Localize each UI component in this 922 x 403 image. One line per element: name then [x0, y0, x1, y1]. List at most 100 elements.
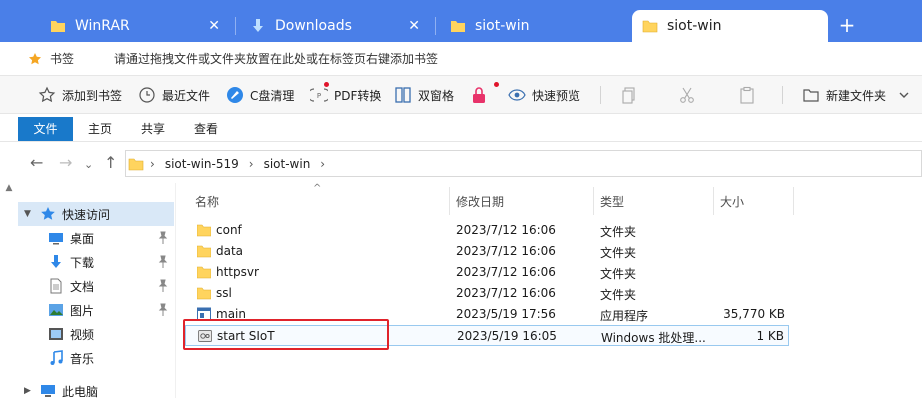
up-arrow-icon[interactable]: ↑ — [104, 155, 117, 171]
chevron-down-icon[interactable]: ⌄ — [84, 157, 93, 173]
address-bar[interactable]: › siot-win-519 › siot-win › — [125, 150, 922, 177]
lock-icon — [473, 87, 485, 103]
cut-button[interactable] — [678, 84, 702, 106]
tab-file[interactable]: 文件 — [18, 117, 73, 141]
breadcrumb-separator: › — [248, 156, 254, 171]
chevron-right-icon[interactable]: ▶ — [24, 386, 34, 396]
close-icon[interactable]: ✕ — [208, 18, 220, 34]
folder-icon — [128, 158, 144, 170]
chevron-down-icon — [899, 92, 909, 98]
svg-text:P: P — [317, 92, 321, 100]
tab-home[interactable]: 主页 — [76, 117, 124, 141]
c-drive-clean-button[interactable]: C盘清理 — [226, 84, 294, 106]
tab-siot-win[interactable]: siot-win — [440, 10, 630, 42]
dual-pane-button[interactable]: 双窗格 — [394, 84, 454, 106]
folder-icon — [197, 266, 211, 279]
browser-tab-strip: WinRAR ✕ Downloads ✕ siot-win siot-win + — [0, 0, 922, 42]
privacy-lock-button[interactable] — [470, 84, 494, 106]
breadcrumb-separator: › — [150, 156, 155, 171]
column-header-modified[interactable]: 修改日期 — [456, 193, 504, 210]
folder-icon — [197, 224, 211, 237]
column-header-size[interactable]: 大小 — [720, 193, 744, 210]
breadcrumb-siot-win-519[interactable]: siot-win-519 — [165, 157, 239, 171]
video-icon — [49, 328, 63, 340]
paste-button[interactable] — [738, 84, 762, 106]
column-divider[interactable] — [713, 187, 714, 215]
bookmark-star-icon — [29, 52, 41, 64]
broom-icon — [227, 87, 243, 103]
bookmarks-title: 书签 — [50, 52, 75, 66]
copy-icon — [622, 87, 635, 104]
folder-icon — [642, 20, 658, 33]
back-arrow-icon[interactable]: ← — [30, 155, 43, 171]
chevron-down-icon[interactable]: ▼ — [24, 209, 34, 219]
clock-icon — [139, 87, 155, 103]
more-chevron-button[interactable] — [898, 84, 916, 106]
toolbar: 添加到书签 最近文件 C盘清理 P PDF转换 双窗格 快速预览 新建文件夹 — [0, 76, 922, 114]
application-icon — [197, 307, 211, 321]
sort-ascending-icon: ^ — [313, 183, 322, 194]
toolbar-divider — [782, 86, 783, 104]
file-row[interactable]: httpsvr 2023/7/12 16:06 文件夹 — [185, 262, 789, 283]
nav-item-pictures[interactable]: 图片 — [48, 298, 176, 322]
address-area: ← → ⌄ ↑ › siot-win-519 › siot-win › — [0, 143, 922, 183]
scroll-up-icon[interactable]: ▲ — [2, 183, 16, 193]
pdf-convert-button[interactable]: P PDF转换 — [310, 84, 381, 106]
column-divider[interactable] — [593, 187, 594, 215]
folder-icon — [197, 245, 211, 258]
nav-item-downloads[interactable]: 下载 — [48, 250, 176, 274]
file-row[interactable]: main 2023/5/19 17:56 应用程序 35,770 KB — [185, 304, 789, 325]
folder-icon — [451, 21, 465, 32]
tab-winrar[interactable]: WinRAR ✕ — [40, 10, 230, 42]
navigation-pane: ▲ ▼ 快速访问 桌面 下载 文档 图片 视频 音乐 ▶ 此电脑 — [0, 183, 176, 399]
clipboard-icon — [740, 86, 754, 104]
pictures-icon — [49, 304, 63, 316]
file-row[interactable]: ssl 2023/7/12 16:06 文件夹 — [185, 283, 789, 304]
this-pc-item[interactable]: ▶ 此电脑 — [18, 379, 176, 403]
forward-arrow-icon[interactable]: → — [59, 155, 72, 171]
recent-files-button[interactable]: 最近文件 — [138, 84, 210, 106]
music-icon — [50, 350, 63, 365]
pin-icon[interactable] — [158, 231, 168, 245]
new-tab-button[interactable]: + — [836, 14, 858, 36]
quick-preview-button[interactable]: 快速预览 — [508, 84, 580, 106]
dual-pane-icon — [395, 87, 411, 103]
tab-siot-win-active[interactable]: siot-win — [632, 10, 828, 42]
star-outline-icon — [38, 86, 56, 103]
tab-view[interactable]: 查看 — [182, 117, 230, 141]
toolbar-divider — [600, 86, 601, 104]
file-row-selected[interactable]: start SIoT 2023/5/19 16:05 Windows 批处理..… — [185, 325, 789, 346]
breadcrumb-separator: › — [320, 156, 326, 171]
add-bookmark-button[interactable]: 添加到书签 — [38, 84, 122, 106]
close-icon[interactable]: ✕ — [408, 18, 420, 34]
new-folder-button[interactable]: 新建文件夹 — [802, 84, 886, 106]
nav-item-music[interactable]: 音乐 — [48, 346, 176, 370]
nav-item-documents[interactable]: 文档 — [48, 274, 176, 298]
file-row[interactable]: conf 2023/7/12 16:06 文件夹 — [185, 220, 789, 241]
column-divider[interactable] — [793, 187, 794, 215]
pin-icon[interactable] — [158, 303, 168, 317]
pin-icon[interactable] — [158, 255, 168, 269]
download-icon — [51, 255, 61, 268]
tab-divider — [235, 17, 236, 35]
copy-button[interactable] — [621, 84, 643, 106]
pin-icon[interactable] — [158, 279, 168, 293]
column-divider[interactable] — [449, 187, 450, 215]
scissors-icon — [680, 87, 694, 103]
tab-share[interactable]: 共享 — [129, 117, 177, 141]
tab-divider — [435, 17, 436, 35]
document-icon — [50, 278, 62, 294]
pdf-convert-icon: P — [310, 88, 328, 102]
quick-access-item[interactable]: ▼ 快速访问 — [18, 202, 174, 226]
notification-dot — [324, 82, 329, 87]
file-row[interactable]: data 2023/7/12 16:06 文件夹 — [185, 241, 789, 262]
column-header-type[interactable]: 类型 — [600, 193, 624, 210]
bookmarks-hint: 请通过拖拽文件或文件夹放置在此处或在标签页右键添加书签 — [114, 52, 439, 66]
tab-downloads[interactable]: Downloads ✕ — [240, 10, 430, 42]
column-header-name[interactable]: 名称 — [195, 193, 219, 210]
breadcrumb-siot-win[interactable]: siot-win — [264, 157, 311, 171]
nav-item-desktop[interactable]: 桌面 — [48, 226, 176, 250]
download-icon — [253, 19, 263, 32]
nav-item-videos[interactable]: 视频 — [48, 322, 176, 346]
ribbon-tabs: 文件 主页 共享 查看 — [0, 115, 922, 142]
